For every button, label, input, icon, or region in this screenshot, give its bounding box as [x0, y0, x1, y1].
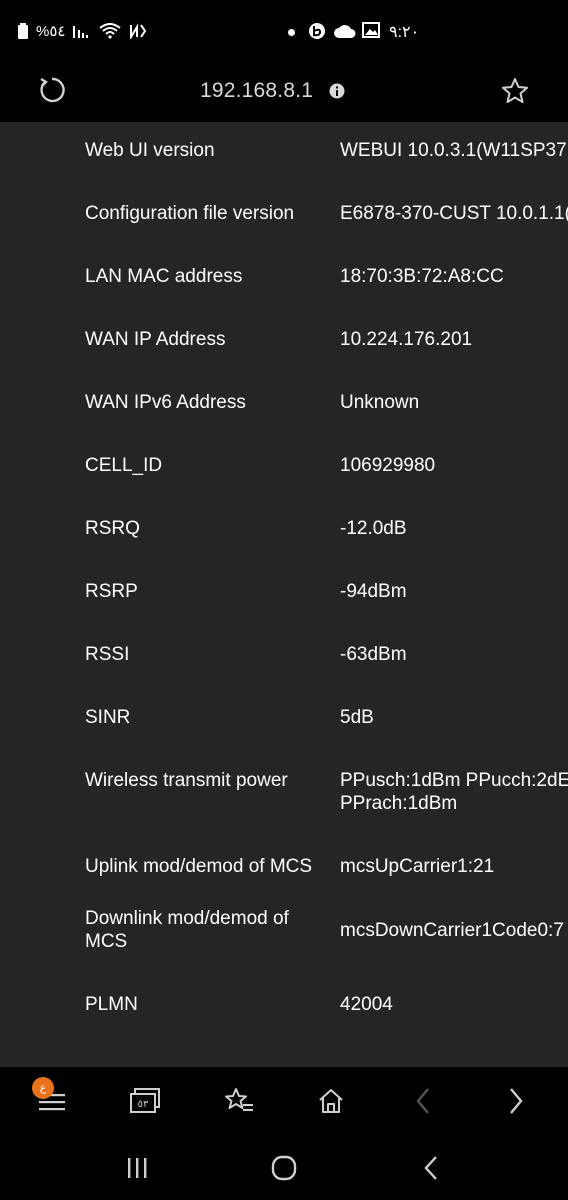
address-bar: 192.168.8.1: [0, 64, 568, 122]
browser-toolbar: ع ٥٣: [0, 1067, 568, 1135]
forward-button[interactable]: [498, 1083, 534, 1119]
row-label: RSRQ: [85, 518, 140, 539]
row-value: -12.0dB: [340, 518, 407, 539]
row-label-line2: MCS: [85, 931, 128, 952]
battery-icon: [18, 23, 28, 39]
gallery-icon: [362, 22, 380, 42]
status-bar: %٥٤ ٩:٢٠: [0, 0, 568, 64]
row-label: CELL_ID: [85, 455, 163, 476]
notification-badge: ع: [32, 1077, 54, 1099]
row-value: 18:70:3B:72:A8:CC: [340, 266, 504, 287]
row-label: Downlink mod/demod of: [85, 908, 289, 929]
row-label: Uplink mod/demod of MCS: [85, 856, 313, 877]
row-label: RSRP: [85, 581, 138, 602]
recent-apps-button[interactable]: [122, 1153, 152, 1183]
row-value-line2: PPrach:1dBm: [340, 793, 458, 814]
nfc-icon: [129, 23, 147, 39]
home-button[interactable]: [313, 1083, 349, 1119]
tabs-icon: ٥٣: [130, 1088, 160, 1113]
status-left: %٥٤: [18, 22, 147, 40]
row-label: LAN MAC address: [85, 266, 243, 287]
row-value: mcsUpCarrier1:21: [340, 856, 495, 877]
device-info-panel: Web UI version WEBUI 10.0.3.1(W11SP37 Co…: [0, 122, 568, 1067]
reload-button[interactable]: [36, 74, 72, 110]
row-label: WAN IP Address: [85, 329, 226, 350]
row-value: mcsDownCarrier1Code0:7: [340, 920, 564, 941]
bookmarks-button[interactable]: [221, 1083, 257, 1119]
row-value: Unknown: [340, 392, 420, 413]
back-nav-button[interactable]: [416, 1153, 446, 1183]
chevron-right-icon: [510, 1088, 523, 1114]
dot-icon: [288, 29, 295, 36]
row-label: RSSI: [85, 644, 130, 665]
row-label: Wireless transmit power: [85, 770, 288, 791]
bookmarks-icon: [225, 1088, 253, 1111]
row-label: Web UI version: [85, 140, 215, 161]
battery-text: %٥٤: [36, 23, 66, 40]
back-arrow-icon: [424, 1156, 437, 1180]
info-icon[interactable]: [329, 83, 345, 99]
chevron-left-icon: [416, 1088, 429, 1114]
row-value: E6878-370-CUST 10.0.1.1(: [340, 203, 568, 224]
status-time: ٩:٢٠: [389, 24, 420, 41]
home-nav-button[interactable]: [269, 1153, 299, 1183]
bookmark-star-button[interactable]: [500, 76, 532, 108]
row-label: SINR: [85, 707, 131, 728]
row-value: -94dBm: [340, 581, 407, 602]
row-label: PLMN: [85, 994, 138, 1015]
system-nav-bar: [0, 1135, 568, 1200]
tab-count: ٥٣: [138, 1099, 149, 1110]
row-label: WAN IPv6 Address: [85, 392, 246, 413]
signal-icon: [73, 24, 91, 38]
row-value: 106929980: [340, 455, 436, 476]
app-icon: [308, 22, 326, 44]
home-circle-icon: [271, 1155, 297, 1181]
cloud-icon: [334, 24, 356, 42]
row-value: 10.224.176.201: [340, 329, 473, 350]
url-field[interactable]: 192.168.8.1: [200, 79, 313, 103]
recent-apps-icon: [128, 1158, 147, 1178]
star-icon: [502, 78, 528, 103]
row-value: 42004: [340, 994, 393, 1015]
back-button[interactable]: [405, 1083, 441, 1119]
tabs-button[interactable]: ٥٣: [127, 1083, 163, 1119]
home-icon: [319, 1089, 343, 1113]
row-value: WEBUI 10.0.3.1(W11SP37: [340, 140, 567, 161]
row-label: Configuration file version: [85, 203, 295, 224]
row-value: 5dB: [340, 707, 374, 728]
reload-icon: [40, 77, 65, 103]
row-value: -63dBm: [340, 644, 407, 665]
wifi-icon: [99, 23, 122, 39]
row-value: PPusch:1dBm PPucch:2dE: [340, 770, 568, 791]
